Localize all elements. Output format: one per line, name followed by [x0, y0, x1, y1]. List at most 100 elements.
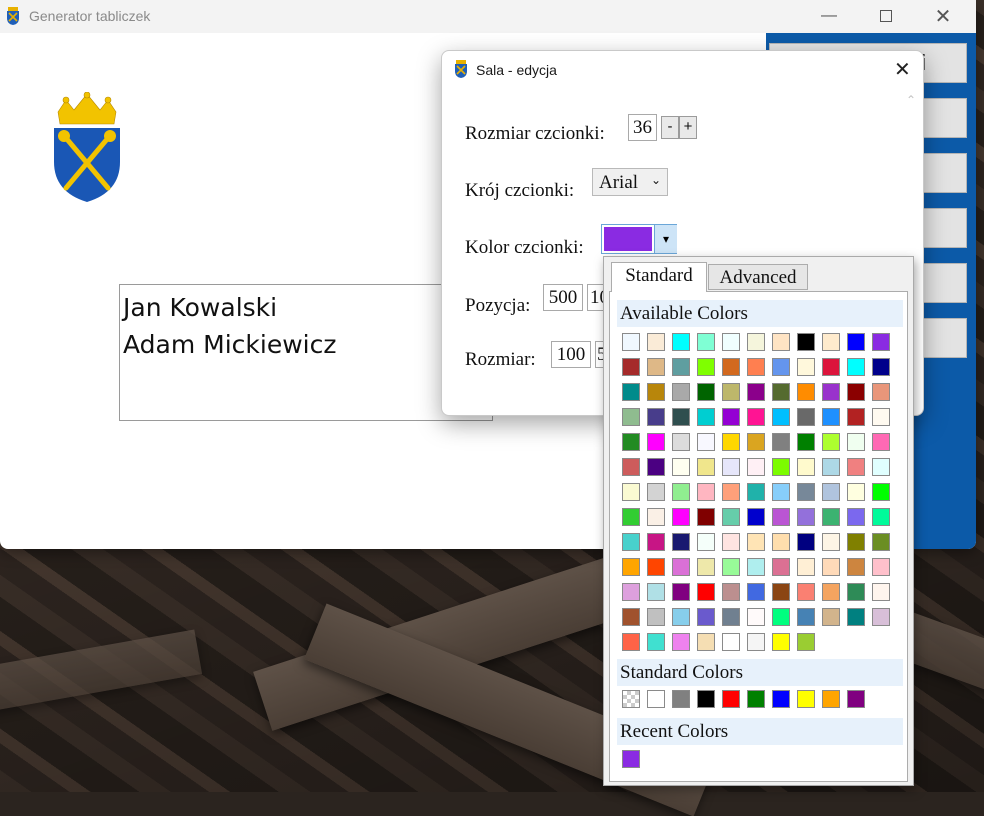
color-swatch[interactable]: [622, 408, 640, 426]
color-swatch[interactable]: [672, 408, 690, 426]
color-swatch[interactable]: [722, 558, 740, 576]
color-swatch[interactable]: [772, 358, 790, 376]
color-swatch[interactable]: [772, 558, 790, 576]
color-swatch[interactable]: [747, 483, 765, 501]
color-swatch[interactable]: [722, 533, 740, 551]
color-swatch[interactable]: [697, 690, 715, 708]
color-swatch[interactable]: [747, 433, 765, 451]
size-width-input[interactable]: 100: [551, 341, 591, 368]
color-swatch[interactable]: [672, 358, 690, 376]
color-swatch[interactable]: [622, 558, 640, 576]
color-swatch[interactable]: [697, 408, 715, 426]
color-swatch[interactable]: [872, 458, 890, 476]
color-swatch[interactable]: [772, 533, 790, 551]
color-swatch[interactable]: [622, 583, 640, 601]
color-swatch[interactable]: [622, 750, 640, 768]
color-swatch[interactable]: [622, 433, 640, 451]
color-swatch[interactable]: [797, 583, 815, 601]
color-swatch[interactable]: [797, 458, 815, 476]
font-size-input[interactable]: 36: [628, 114, 657, 141]
color-swatch[interactable]: [622, 358, 640, 376]
color-swatch[interactable]: [747, 633, 765, 651]
color-swatch[interactable]: [672, 333, 690, 351]
position-x-input[interactable]: 500: [543, 284, 583, 311]
color-swatch[interactable]: [747, 408, 765, 426]
color-swatch[interactable]: [847, 358, 865, 376]
color-swatch[interactable]: [872, 583, 890, 601]
color-swatch[interactable]: [822, 583, 840, 601]
names-textbox[interactable]: Jan Kowalski Adam Mickiewicz: [119, 284, 493, 421]
color-swatch[interactable]: [847, 433, 865, 451]
color-swatch[interactable]: [797, 408, 815, 426]
color-swatch[interactable]: [797, 533, 815, 551]
color-swatch[interactable]: [672, 383, 690, 401]
color-swatch[interactable]: [872, 558, 890, 576]
color-swatch[interactable]: [847, 483, 865, 501]
color-swatch[interactable]: [722, 633, 740, 651]
color-swatch[interactable]: [722, 508, 740, 526]
color-swatch[interactable]: [647, 533, 665, 551]
color-swatch[interactable]: [697, 483, 715, 501]
color-swatch[interactable]: [622, 333, 640, 351]
color-swatch[interactable]: [622, 483, 640, 501]
color-swatch[interactable]: [797, 358, 815, 376]
color-swatch[interactable]: [647, 458, 665, 476]
color-swatch[interactable]: [847, 333, 865, 351]
color-swatch[interactable]: [822, 558, 840, 576]
color-swatch[interactable]: [797, 608, 815, 626]
color-swatch[interactable]: [797, 558, 815, 576]
dialog-close-button[interactable]: ✕: [894, 57, 911, 82]
color-swatch[interactable]: [697, 358, 715, 376]
color-swatch[interactable]: [647, 583, 665, 601]
color-swatch[interactable]: [747, 608, 765, 626]
color-swatch[interactable]: [847, 690, 865, 708]
color-swatch[interactable]: [797, 383, 815, 401]
color-swatch[interactable]: [847, 533, 865, 551]
color-swatch[interactable]: [747, 383, 765, 401]
color-swatch[interactable]: [822, 458, 840, 476]
color-swatch[interactable]: [847, 458, 865, 476]
color-swatch[interactable]: [772, 633, 790, 651]
color-swatch[interactable]: [622, 458, 640, 476]
color-swatch[interactable]: [822, 383, 840, 401]
color-swatch[interactable]: [822, 483, 840, 501]
color-swatch[interactable]: [797, 508, 815, 526]
color-swatch[interactable]: [647, 690, 665, 708]
tab-standard[interactable]: Standard: [611, 262, 707, 292]
color-swatch[interactable]: [697, 383, 715, 401]
color-swatch[interactable]: [672, 583, 690, 601]
color-swatch[interactable]: [647, 608, 665, 626]
color-swatch[interactable]: [872, 333, 890, 351]
color-swatch[interactable]: [822, 508, 840, 526]
color-dropdown-button[interactable]: ▾: [654, 225, 677, 253]
color-swatch[interactable]: [672, 508, 690, 526]
color-swatch[interactable]: [697, 558, 715, 576]
minimize-button[interactable]: —: [806, 0, 852, 32]
color-swatch[interactable]: [697, 633, 715, 651]
color-swatch[interactable]: [722, 458, 740, 476]
color-swatch[interactable]: [697, 533, 715, 551]
color-swatch[interactable]: [872, 358, 890, 376]
color-swatch[interactable]: [697, 333, 715, 351]
color-swatch[interactable]: [822, 433, 840, 451]
color-swatch[interactable]: [647, 483, 665, 501]
color-swatch[interactable]: [722, 583, 740, 601]
color-swatch[interactable]: [647, 558, 665, 576]
color-swatch[interactable]: [622, 608, 640, 626]
color-swatch[interactable]: [797, 690, 815, 708]
color-swatch[interactable]: [872, 408, 890, 426]
color-swatch[interactable]: [697, 508, 715, 526]
color-swatch[interactable]: [647, 383, 665, 401]
color-swatch[interactable]: [747, 533, 765, 551]
color-swatch[interactable]: [822, 533, 840, 551]
color-swatch[interactable]: [747, 583, 765, 601]
title-bar[interactable]: Generator tabliczek — ✕: [0, 0, 976, 33]
color-swatch[interactable]: [747, 690, 765, 708]
color-swatch[interactable]: [797, 633, 815, 651]
color-swatch[interactable]: [672, 690, 690, 708]
color-swatch[interactable]: [772, 408, 790, 426]
color-swatch[interactable]: [722, 483, 740, 501]
color-swatch[interactable]: [747, 558, 765, 576]
color-swatch[interactable]: [697, 458, 715, 476]
color-swatch[interactable]: [672, 533, 690, 551]
